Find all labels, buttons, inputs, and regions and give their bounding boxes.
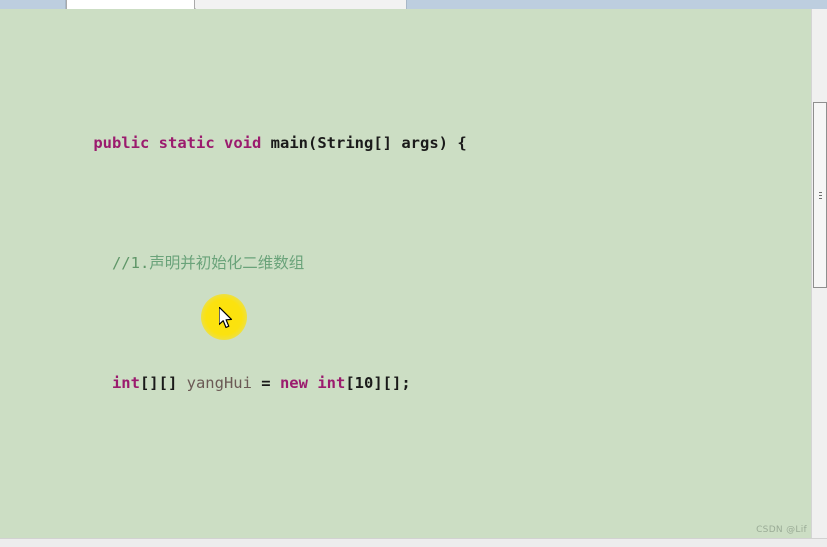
token-identifier: yangHui (186, 374, 252, 392)
token-type: String (317, 134, 374, 152)
vertical-scrollbar[interactable] (811, 9, 827, 538)
editor-tab-strip (0, 0, 827, 9)
code-lines: public static void main(String[] args) {… (0, 9, 811, 538)
token-keyword: void (224, 134, 262, 152)
scrollbar-thumb[interactable] (813, 102, 827, 288)
tab-far-right[interactable] (406, 0, 827, 9)
bottom-strip (0, 538, 827, 547)
tab-active[interactable] (66, 0, 195, 9)
code-line[interactable]: public static void main(String[] args) { (0, 107, 811, 152)
tab-inactive-right[interactable] (196, 0, 406, 9)
token-method: main (270, 134, 308, 152)
code-line[interactable]: int[][] yangHui = new int[10][]; (0, 347, 811, 392)
token-punct: ][]; (373, 374, 411, 392)
token-keyword: int (111, 374, 140, 392)
token-punct: ( (308, 134, 318, 152)
scrollbar-grip-icon (819, 192, 822, 201)
token-param: args (401, 134, 439, 152)
code-line[interactable]: //1.声明并初始化二维数组 (0, 227, 811, 272)
code-editor[interactable]: public static void main(String[] args) {… (0, 9, 811, 538)
code-line-blank[interactable] (0, 467, 811, 491)
token-punct: [ (345, 374, 355, 392)
token-keyword: static (158, 134, 215, 152)
token-number: 10 (354, 374, 374, 392)
comment-marker: //1. (111, 254, 150, 272)
editor-window: public static void main(String[] args) {… (0, 0, 827, 547)
token-punct: ) { (438, 134, 467, 152)
token-keyword: new (279, 374, 308, 392)
token-punct: [] (373, 134, 402, 152)
token-operator: = (251, 374, 280, 392)
token-keyword: int (317, 374, 346, 392)
comment-text: 声明并初始化二维数组 (149, 254, 305, 272)
token-keyword: public (93, 134, 150, 152)
watermark: CSDN @Lif (756, 525, 807, 535)
tab-inactive-left[interactable] (0, 0, 66, 9)
token-punct: [][] (139, 374, 187, 392)
